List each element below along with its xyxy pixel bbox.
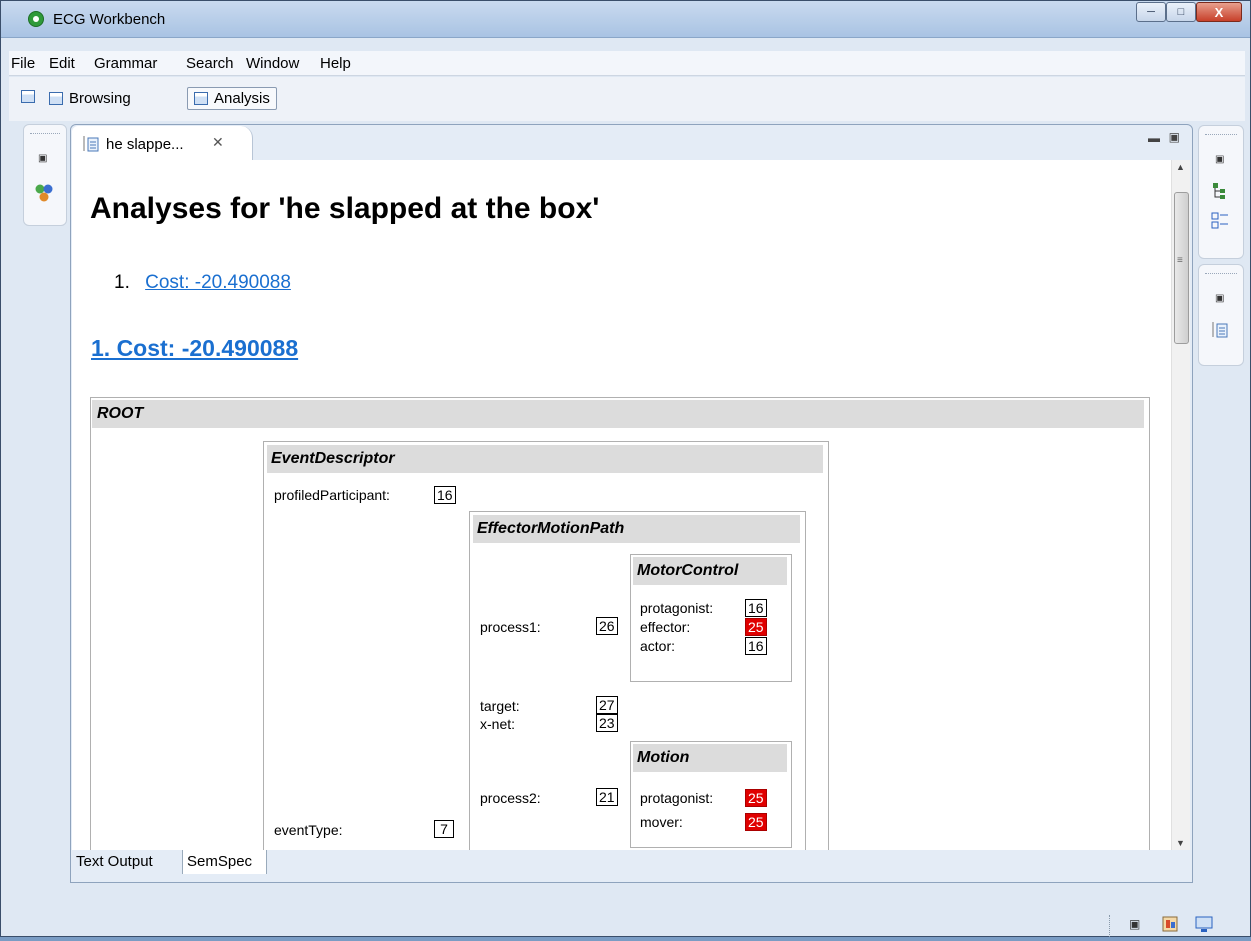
frame-title: EffectorMotionPath bbox=[473, 515, 800, 543]
tab-text-output[interactable]: Text Output bbox=[72, 850, 183, 874]
perspective-toolbar: Browsing Analysis bbox=[9, 77, 1245, 121]
event-descriptor-frame: EventDescriptor profiledParticipant: 16 … bbox=[263, 441, 829, 850]
right-trim-stack-top: ▣ bbox=[1198, 125, 1244, 259]
effector-value[interactable]: 25 bbox=[745, 618, 767, 636]
open-perspective-icon bbox=[21, 90, 35, 103]
target-value[interactable]: 27 bbox=[596, 696, 618, 714]
outline-view-icon[interactable] bbox=[1211, 212, 1229, 230]
menu-window[interactable]: Window bbox=[246, 55, 299, 72]
menu-file[interactable]: File bbox=[11, 55, 35, 72]
restore-icon[interactable]: ▣ bbox=[1129, 917, 1140, 931]
semspec-content: Analyses for 'he slapped at the box' 1. … bbox=[72, 160, 1190, 850]
minimize-button[interactable]: ─ bbox=[1136, 2, 1166, 22]
menu-grammar[interactable]: Grammar bbox=[94, 55, 157, 72]
protagonist-value[interactable]: 25 bbox=[745, 789, 767, 807]
analysis-label: Analysis bbox=[214, 90, 270, 107]
title-bar[interactable]: ECG Workbench ─ □ X bbox=[1, 1, 1250, 38]
tree-view-icon[interactable] bbox=[1211, 182, 1229, 200]
open-perspective-button[interactable] bbox=[21, 90, 41, 103]
process1-label: process1: bbox=[480, 619, 541, 635]
app-icon bbox=[28, 11, 44, 27]
grip-icon: ≡ bbox=[1177, 255, 1183, 266]
browsing-label: Browsing bbox=[69, 90, 131, 107]
protagonist-value[interactable]: 16 bbox=[745, 599, 767, 617]
drag-handle[interactable] bbox=[30, 133, 60, 136]
editor-page-tabs: Text Output SemSpec bbox=[72, 850, 272, 874]
process2-label: process2: bbox=[480, 790, 541, 806]
left-trim-stack: ▣ bbox=[23, 124, 67, 226]
perspective-icon bbox=[194, 92, 208, 105]
close-tab-icon[interactable]: ✕ bbox=[212, 134, 224, 151]
profiled-participant-value[interactable]: 16 bbox=[434, 486, 456, 504]
protagonist-label: protagonist: bbox=[640, 790, 714, 806]
restore-icon[interactable]: ▣ bbox=[1215, 154, 1225, 165]
editor-area: he slappe... ✕ ▬ ▣ Analyses for 'he slap… bbox=[70, 124, 1193, 883]
document-icon bbox=[83, 136, 99, 152]
drag-handle[interactable] bbox=[1109, 915, 1110, 937]
hierarchy-view-icon[interactable] bbox=[34, 183, 54, 203]
frame-title: Motion bbox=[633, 744, 787, 772]
list-number: 1. bbox=[114, 272, 130, 293]
process1-value[interactable]: 26 bbox=[596, 617, 618, 635]
analysis-section-heading: 1. Cost: -20.490088 bbox=[91, 335, 298, 362]
motor-control-frame: MotorControl protagonist: 16 effector: 2… bbox=[630, 554, 792, 682]
drag-handle[interactable] bbox=[1205, 134, 1237, 137]
minimize-view-icon[interactable]: ▬ bbox=[1148, 131, 1160, 145]
scrollbar-thumb[interactable]: ≡ bbox=[1174, 192, 1189, 344]
analysis-section-link[interactable]: 1. Cost: -20.490088 bbox=[91, 335, 298, 361]
minimize-icon: ─ bbox=[1147, 6, 1155, 18]
actor-value[interactable]: 16 bbox=[745, 637, 767, 655]
analysis-list-item: 1. Cost: -20.490088 bbox=[114, 272, 291, 294]
analysis-perspective-button[interactable]: Analysis bbox=[187, 87, 277, 110]
restore-icon[interactable]: ▣ bbox=[1215, 293, 1225, 304]
target-label: target: bbox=[480, 698, 520, 714]
close-button[interactable]: X bbox=[1196, 2, 1242, 22]
debug-view-icon[interactable] bbox=[1161, 915, 1179, 933]
close-icon: X bbox=[1214, 4, 1224, 20]
xnet-value[interactable]: 23 bbox=[596, 714, 618, 732]
vertical-scrollbar[interactable]: ▲ ≡ ▼ bbox=[1171, 160, 1190, 850]
frame-title: EventDescriptor bbox=[267, 445, 823, 473]
event-type-value[interactable]: 7 bbox=[434, 820, 454, 838]
maximize-view-icon[interactable]: ▣ bbox=[1169, 130, 1180, 144]
right-trim-stack-bottom: ▣ bbox=[1198, 264, 1244, 366]
console-view-icon[interactable] bbox=[1195, 915, 1213, 933]
frame-title: MotorControl bbox=[633, 557, 787, 585]
page-title: Analyses for 'he slapped at the box' bbox=[90, 192, 600, 225]
effector-motion-path-frame: EffectorMotionPath process1: 26 target: … bbox=[469, 511, 806, 850]
event-type-label: eventType: bbox=[274, 822, 343, 838]
drag-handle[interactable] bbox=[1205, 273, 1237, 276]
perspective-icon bbox=[49, 92, 63, 105]
browsing-perspective-button[interactable]: Browsing bbox=[49, 90, 131, 107]
mover-label: mover: bbox=[640, 814, 683, 830]
restore-icon[interactable]: ▣ bbox=[38, 153, 48, 164]
analysis-link[interactable]: Cost: -20.490088 bbox=[145, 272, 291, 293]
mover-value[interactable]: 25 bbox=[745, 813, 767, 831]
menu-edit[interactable]: Edit bbox=[49, 55, 75, 72]
scroll-up-icon[interactable]: ▲ bbox=[1176, 162, 1185, 172]
editor-tab[interactable]: he slappe... ✕ bbox=[72, 126, 253, 160]
tab-semspec[interactable]: SemSpec bbox=[183, 850, 267, 874]
root-frame: ROOT EventDescriptor profiledParticipant… bbox=[90, 397, 1150, 850]
protagonist-label: protagonist: bbox=[640, 600, 714, 616]
process2-value[interactable]: 21 bbox=[596, 788, 618, 806]
motion-frame: Motion protagonist: 25 mover: 25 bbox=[630, 741, 792, 848]
menu-search[interactable]: Search bbox=[186, 55, 234, 72]
maximize-icon: □ bbox=[1177, 6, 1185, 18]
app-window: ECG Workbench ─ □ X File Edit Grammar Se… bbox=[0, 0, 1251, 937]
maximize-button[interactable]: □ bbox=[1166, 2, 1196, 22]
profiled-participant-label: profiledParticipant: bbox=[274, 487, 390, 503]
scroll-down-icon[interactable]: ▼ bbox=[1176, 838, 1185, 848]
menu-help[interactable]: Help bbox=[320, 55, 351, 72]
document-view-icon[interactable] bbox=[1211, 321, 1229, 339]
actor-label: actor: bbox=[640, 638, 676, 654]
menu-bar: File Edit Grammar Search Window Help bbox=[9, 51, 1245, 76]
frame-title: ROOT bbox=[92, 400, 1144, 428]
effector-label: effector: bbox=[640, 619, 691, 635]
tab-title: he slappe... bbox=[106, 136, 184, 153]
xnet-label: x-net: bbox=[480, 716, 516, 732]
window-title: ECG Workbench bbox=[53, 11, 166, 28]
